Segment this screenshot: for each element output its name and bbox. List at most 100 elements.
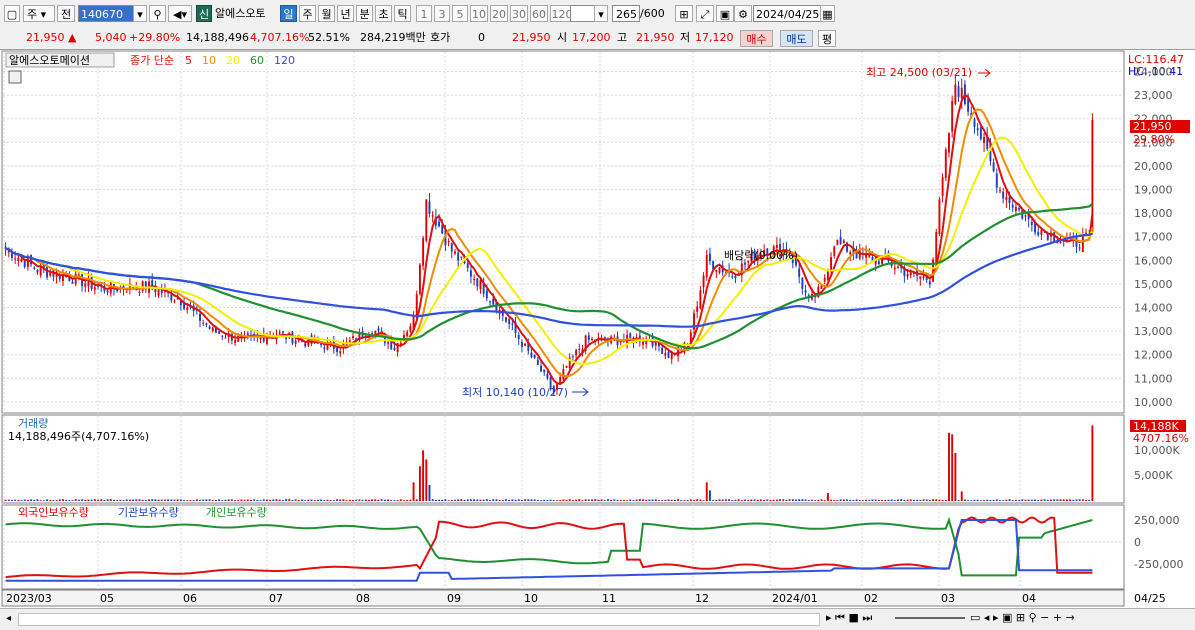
new-button[interactable]: 신 [196, 5, 212, 22]
x-tick-label: 11 [602, 592, 616, 605]
volume-bar [1034, 499, 1036, 501]
candle-body [469, 270, 472, 277]
x-tick-label: 05 [100, 592, 114, 605]
period-4-button[interactable]: 분 [356, 5, 373, 22]
zoom-out-icon[interactable]: − [1040, 611, 1049, 624]
volume-bar [801, 499, 804, 501]
scroll-controls[interactable]: ▸ ⏮ ■ ⏭ [826, 611, 872, 625]
code-dropdown-icon[interactable]: ▾ [133, 5, 147, 22]
interval-5-button[interactable]: 5 [452, 5, 468, 22]
zoom-plus-icon[interactable]: ⊞ [1016, 611, 1025, 624]
volume-bar [578, 499, 581, 501]
search-icon[interactable]: ⚲ [149, 5, 166, 22]
scroll-next-icon[interactable]: ▸ [826, 611, 832, 624]
buy-button[interactable]: 매수 [740, 30, 773, 47]
period-5-button[interactable]: 초 [375, 5, 392, 22]
candle-body [842, 240, 845, 244]
volume-bar [989, 499, 992, 501]
candle-body [546, 373, 549, 379]
candle-body [699, 290, 702, 309]
market-type-select[interactable]: 주 ▾ [23, 5, 55, 22]
price-tick-label: 16,000 [1134, 254, 1173, 267]
volume-bar [810, 499, 813, 501]
drawing-icon[interactable]: ⤢ [696, 5, 714, 22]
volume-bar [1005, 499, 1008, 501]
window-icon[interactable]: ▢ [4, 5, 20, 22]
sell-button[interactable]: 매도 [780, 30, 813, 47]
volume-bar [227, 499, 230, 501]
save-icon[interactable]: ▣ [716, 5, 734, 22]
interval-3-button[interactable]: 3 [434, 5, 450, 22]
period-6-button[interactable]: 틱 [394, 5, 411, 22]
scroll-stop-icon[interactable]: ■ [848, 611, 858, 624]
volume-bar [77, 499, 80, 501]
interval-1-button[interactable]: 1 [416, 5, 432, 22]
volume-bar [122, 500, 125, 501]
interval-20-button[interactable]: 20 [490, 5, 508, 22]
interval-10-button[interactable]: 10 [470, 5, 488, 22]
volume-bar [151, 499, 154, 501]
count-input[interactable]: 265 [612, 5, 640, 22]
volume-bar [976, 499, 979, 501]
avg-button[interactable]: 평 [818, 30, 836, 47]
candle-body [492, 298, 495, 305]
period-1-button[interactable]: 주 [299, 5, 316, 22]
volume-bar [1050, 499, 1052, 501]
volume-bar [957, 500, 960, 501]
chart-area[interactable]: 알에스오토메이션 종가 단순 5 10 20 60 120 LC:116.47 HC:-… [0, 49, 1195, 608]
candle-body [718, 267, 721, 273]
candle-body [377, 328, 380, 331]
speaker-icon[interactable]: ◀▾ [168, 5, 192, 22]
hoga-price: 21,950 [512, 31, 551, 44]
zoom-lock-icon[interactable]: ▣ [1002, 611, 1012, 624]
grid-toggle-icon[interactable] [8, 70, 22, 84]
zoom-controls[interactable]: ▭ ◂ ▸ ▣ ⊞ ⚲ − + → [970, 611, 1075, 624]
x-tick-label: 03 [941, 592, 955, 605]
volume-bar [42, 500, 45, 501]
volume-bar [565, 499, 568, 501]
calendar-icon[interactable]: ▦ [820, 5, 835, 22]
candle-body [973, 119, 976, 127]
zoom-box-icon[interactable]: ▭ [970, 611, 980, 624]
volume-bar [680, 500, 683, 501]
candle-body [352, 336, 354, 339]
candle-type-icon[interactable]: ⊞ [675, 5, 693, 22]
period-dropdown-icon[interactable]: ▾ [594, 5, 608, 22]
interval-30-button[interactable]: 30 [510, 5, 528, 22]
period-0-button[interactable]: 일 [280, 5, 297, 22]
volume-bar [406, 499, 409, 501]
bottom-scrollbar[interactable]: ◂ ▸ ⏮ ■ ⏭ ▭ ◂ ▸ ▣ ⊞ ⚲ − + → [0, 608, 1195, 630]
interval-60-button[interactable]: 60 [530, 5, 548, 22]
candle-body [629, 333, 632, 338]
zoom-expand-icon[interactable]: → [1066, 611, 1075, 624]
period-3-button[interactable]: 년 [337, 5, 354, 22]
volume-bar [240, 499, 243, 501]
scroll-track[interactable] [18, 613, 820, 626]
volume-bar [269, 499, 272, 501]
candle-body [14, 258, 17, 260]
scroll-first-icon[interactable]: ⏮ [835, 611, 845, 624]
gear-icon[interactable]: ⚙ [734, 5, 752, 22]
candle-body [705, 255, 708, 277]
volume-bar [747, 499, 750, 501]
volume-bar [587, 499, 590, 501]
candle-body [543, 369, 546, 373]
volume-bar [763, 500, 766, 501]
volume-bar [549, 499, 552, 501]
zoom-right-icon[interactable]: ▸ [993, 611, 999, 624]
volume-bar [211, 500, 214, 501]
volume-bar [556, 500, 558, 501]
volume-bar [941, 499, 944, 501]
candle-body [1030, 221, 1033, 226]
scroll-left-icon[interactable]: ◂ [6, 613, 11, 624]
zoom-search-icon[interactable]: ⚲ [1029, 611, 1037, 624]
prev-button[interactable]: 전 [57, 5, 75, 22]
candle-body [775, 244, 778, 249]
scroll-last-icon[interactable]: ⏭ [862, 611, 872, 624]
zoom-left-icon[interactable]: ◂ [984, 611, 990, 624]
zoom-in-icon[interactable]: + [1053, 611, 1062, 624]
candle-body [489, 301, 491, 303]
period-2-button[interactable]: 월 [318, 5, 335, 22]
volume-bar [1091, 425, 1094, 501]
zoom-slider[interactable] [895, 617, 965, 619]
